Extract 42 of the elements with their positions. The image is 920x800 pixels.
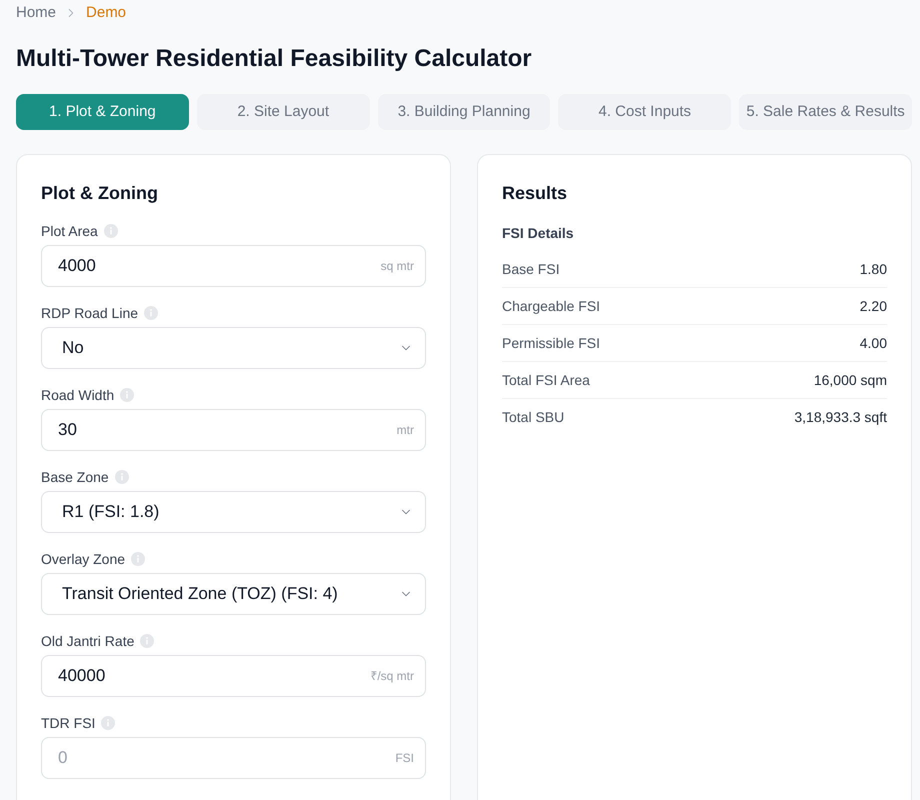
info-icon[interactable] <box>114 470 129 484</box>
card-title: Results <box>502 182 568 205</box>
field-label: Overlay Zone <box>41 550 126 569</box>
result-value: 2.20 <box>860 296 887 316</box>
result-label: Chargeable FSI <box>502 296 600 316</box>
unit-label: ₹/sq mtr <box>370 668 414 685</box>
info-icon[interactable] <box>140 634 154 648</box>
step-tab[interactable]: 3. Building Planning <box>378 94 550 130</box>
select-dropdown[interactable]: R1 (FSI: 1.8) <box>41 491 426 533</box>
result-label: Total SBU <box>502 408 564 427</box>
unit-label: FSI <box>395 750 414 767</box>
step-tab[interactable]: 4. Cost Inputs <box>558 94 732 130</box>
result-label: Permissible FSI <box>502 334 600 352</box>
result-value: 4.00 <box>860 334 887 352</box>
info-icon[interactable] <box>104 224 118 238</box>
field-label: TDR FSI <box>41 714 96 732</box>
card-title: Plot & Zoning <box>41 182 159 205</box>
breadcrumb-link[interactable]: Home <box>16 2 56 24</box>
info-icon[interactable] <box>120 388 134 402</box>
select-dropdown[interactable]: Transit Oriented Zone (TOZ) (FSI: 4) <box>41 573 426 615</box>
result-value: 16,000 sqm <box>814 370 887 390</box>
result-value: 3,18,933.3 sqft <box>794 408 887 427</box>
field-label: Base Zone <box>41 468 109 486</box>
result-label: Total FSI Area <box>502 370 590 390</box>
unit-label: mtr <box>396 422 414 439</box>
info-icon[interactable] <box>131 552 146 566</box>
result-label: Base FSI <box>502 260 560 278</box>
step-tab[interactable]: 2. Site Layout <box>196 94 370 130</box>
step-tab[interactable]: 5. Sale Rates & Results <box>739 94 912 130</box>
result-value: 1.80 <box>860 260 887 278</box>
select-dropdown[interactable]: No <box>41 327 426 369</box>
breadcrumb-current[interactable]: Demo <box>86 2 126 24</box>
field-label: Old Jantri Rate <box>41 632 134 650</box>
unit-label: sq mtr <box>380 258 414 275</box>
field-label: RDP Road Line <box>41 304 138 322</box>
field-label: Plot Area <box>41 222 98 240</box>
section-heading: FSI Details <box>502 224 575 243</box>
field-label: Road Width <box>41 386 114 404</box>
step-tab[interactable]: 1. Plot & Zoning <box>16 94 189 130</box>
info-icon[interactable] <box>101 716 116 730</box>
page-title: Multi-Tower Residential Feasibility Calculator <box>16 44 533 74</box>
info-icon[interactable] <box>144 306 158 320</box>
